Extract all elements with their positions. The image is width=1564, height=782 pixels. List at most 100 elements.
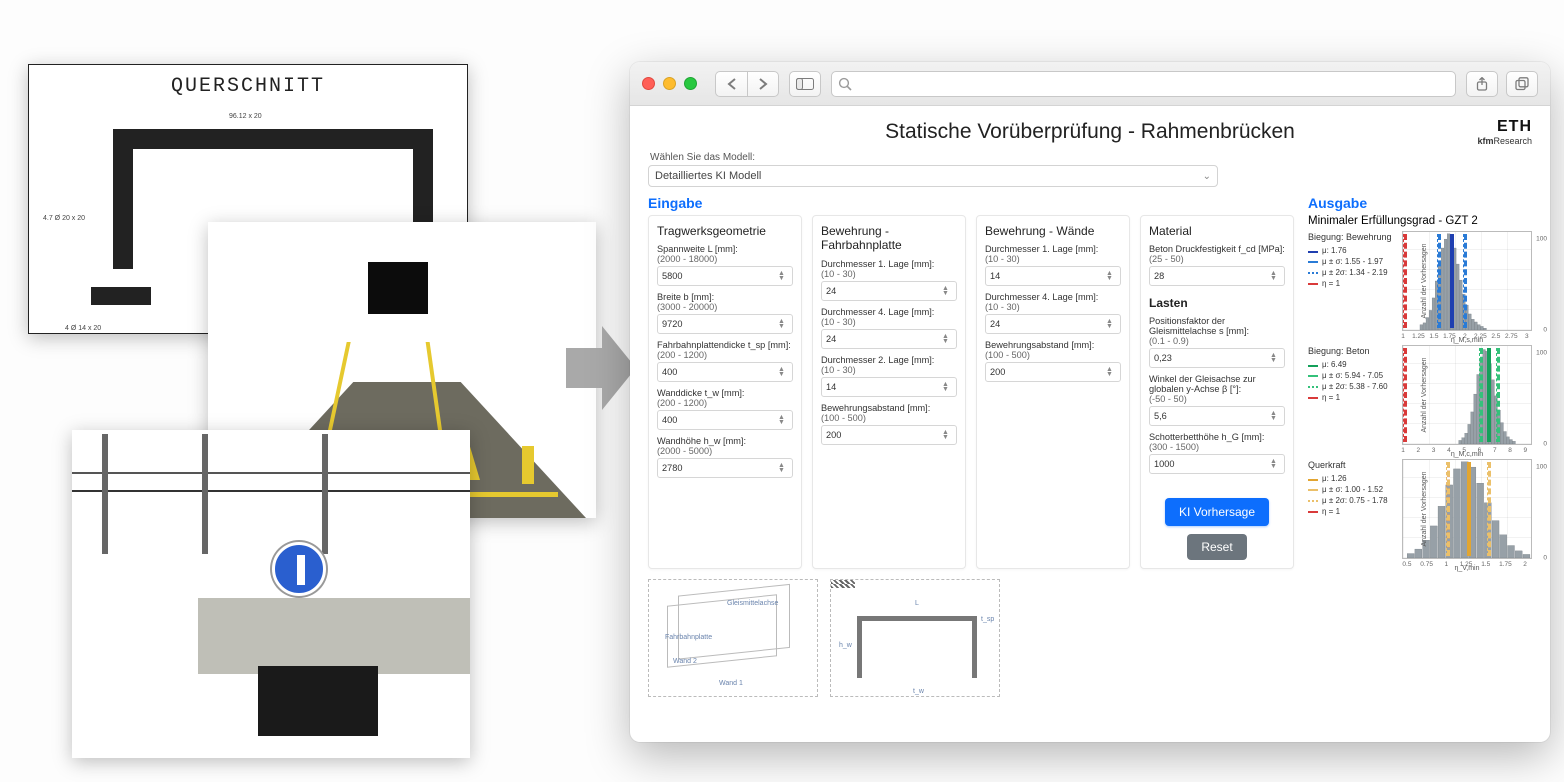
wandhoehe-input[interactable]: 2780 ▲▼ [657,458,793,478]
stepper-icon: ▲▼ [1106,319,1116,329]
diagram-3d: Gleismittelachse Fahrbahnplatte Wand 1 W… [648,579,818,697]
bp-d1-input[interactable]: 24 ▲▼ [821,281,957,301]
stepper-icon: ▲▼ [778,367,788,377]
back-button[interactable] [715,71,747,97]
lasten-heading: Lasten [1149,296,1285,310]
field-bw-d4: Durchmesser 4. Lage [mm]: (10 - 30) 24 ▲… [985,292,1121,334]
source-images-collage: QUERSCHNITT 96.12 x 20 4.7 Ø 14 x 20 4.7… [28,64,588,744]
nav-back-forward [715,71,779,97]
bw-d4-input[interactable]: 24 ▲▼ [985,314,1121,334]
stepper-icon: ▲▼ [942,382,952,392]
search-icon [838,77,852,91]
pedestrian-icon [522,446,534,484]
chart-histogram: 0.50.7511.251.51.7520100Anzahl der Vorhe… [1402,459,1532,559]
underpass-photo-thumb [72,430,470,758]
stepper-icon: ▲▼ [778,271,788,281]
stepper-icon: ▲▼ [1270,459,1280,469]
winkel-input[interactable]: 5,6 ▲▼ [1149,406,1285,426]
window-controls [642,77,697,90]
panel-title-bewehrung-waende: Bewehrung - Wände [985,224,1121,238]
field-wandhoehe: Wandhöhe h_w [mm]: (2000 - 5000) 2780 ▲▼ [657,436,793,478]
panel-geometrie: Tragwerksgeometrie Spannweite L [mm]: (2… [648,215,802,569]
reset-button[interactable]: Reset [1187,534,1246,560]
field-bw-d1: Durchmesser 1. Lage [mm]: (10 - 30) 14 ▲… [985,244,1121,286]
tabs-icon [1515,77,1529,91]
tabs-button[interactable] [1506,71,1538,97]
field-wanddicke: Wanddicke t_w [mm]: (200 - 1200) 400 ▲▼ [657,388,793,430]
close-window-button[interactable] [642,77,655,90]
chart-legend: Biegung: Bewehrungμ: 1.76μ ± σ: 1.55 - 1… [1308,231,1396,331]
field-winkel: Winkel der Gleisachse zur globalen y-Ach… [1149,374,1285,426]
brand-sub-suffix: Research [1493,136,1532,146]
search-field[interactable] [831,71,1456,97]
brand-eth: ETH [1477,118,1532,136]
field-bp-d4: Durchmesser 4. Lage [mm]: (10 - 30) 24 ▲… [821,307,957,349]
pedestrian-sign-icon [272,542,326,596]
stepper-icon: ▲▼ [1106,367,1116,377]
chart-block: Querkraftμ: 1.26μ ± σ: 1.00 - 1.52μ ± 2σ… [1308,459,1532,559]
app-window: Statische Vorüberprüfung - Rahmenbrücken… [630,62,1550,742]
diagram-frame: L h_w t_w t_sp [830,579,1000,697]
field-bp-d2: Durchmesser 2. Lage [mm]: (10 - 30) 14 ▲… [821,355,957,397]
model-select[interactable]: Detailliertes KI Modell ⌄ [648,165,1218,187]
zoom-window-button[interactable] [684,77,697,90]
stepper-icon: ▲▼ [942,334,952,344]
stepper-icon: ▲▼ [1270,271,1280,281]
bw-abstand-input[interactable]: 200 ▲▼ [985,362,1121,382]
panel-title-material: Material [1149,224,1285,238]
stepper-icon: ▲▼ [1270,353,1280,363]
panel-material-lasten: Material Beton Druckfestigkeit f_cd [MPa… [1140,215,1294,569]
posfaktor-input[interactable]: 0,23 ▲▼ [1149,348,1285,368]
field-bw-abstand: Bewehrungsabstand [mm]: (100 - 500) 200 … [985,340,1121,382]
drawing-title: QUERSCHNITT [29,75,467,98]
spannweite-input[interactable]: 5800 ▲▼ [657,266,793,286]
field-posfaktor: Positionsfaktor der Gleismittelachse s [… [1149,316,1285,368]
field-spannweite: Spannweite L [mm]: (2000 - 18000) 5800 ▲… [657,244,793,286]
forward-button[interactable] [747,71,779,97]
chart-block: Biegung: Bewehrungμ: 1.76μ ± σ: 1.55 - 1… [1308,231,1532,331]
stepper-icon: ▲▼ [942,286,952,296]
field-bp-abstand: Bewehrungsabstand [mm]: (100 - 500) 200 … [821,403,957,445]
panel-bewehrung-platte: Bewehrung - Fahrbahnplatte Durchmesser 1… [812,215,966,569]
bp-abstand-input[interactable]: 200 ▲▼ [821,425,957,445]
chart-block: Biegung: Betonμ: 6.49μ ± σ: 5.94 - 7.05μ… [1308,345,1532,445]
hg-input[interactable]: 1000 ▲▼ [1149,454,1285,474]
field-plattendicke: Fahrbahnplattendicke t_sp [mm]: (200 - 1… [657,340,793,382]
chart-histogram: 1234567890100Anzahl der Vorhersagenη_M,c… [1402,345,1532,445]
chart-histogram: 11.251.51.7522.252.52.7530100Anzahl der … [1402,231,1532,331]
eingabe-heading: Eingabe [648,195,1294,211]
fcd-input[interactable]: 28 ▲▼ [1149,266,1285,286]
minimize-window-button[interactable] [663,77,676,90]
brand-sub-prefix: kfm [1477,136,1493,146]
wanddicke-input[interactable]: 400 ▲▼ [657,410,793,430]
field-hg: Schotterbetthöhe h_G [mm]: (300 - 1500) … [1149,432,1285,474]
predict-button[interactable]: KI Vorhersage [1165,498,1269,526]
chart-legend: Biegung: Betonμ: 6.49μ ± σ: 5.94 - 7.05μ… [1308,345,1396,445]
model-select-label: Wählen Sie das Modell: [650,152,1532,163]
stepper-icon: ▲▼ [1270,411,1280,421]
field-breite: Breite b [mm]: (3000 - 20000) 9720 ▲▼ [657,292,793,334]
sidebar-toggle-button[interactable] [789,71,821,97]
panel-bewehrung-waende: Bewehrung - Wände Durchmesser 1. Lage [m… [976,215,1130,569]
stepper-icon: ▲▼ [1106,271,1116,281]
page-title: Statische Vorüberprüfung - Rahmenbrücken [648,120,1532,144]
search-input[interactable] [858,76,1449,91]
stepper-icon: ▲▼ [778,319,788,329]
stepper-icon: ▲▼ [778,415,788,425]
output-title: Minimaler Erfüllungsgrad - GZT 2 [1308,215,1532,227]
arrow-right-icon [566,320,636,416]
plattendicke-input[interactable]: 400 ▲▼ [657,362,793,382]
model-select-value: Detailliertes KI Modell [655,170,761,182]
stepper-icon: ▲▼ [778,463,788,473]
share-button[interactable] [1466,71,1498,97]
bw-d1-input[interactable]: 14 ▲▼ [985,266,1121,286]
titlebar [630,62,1550,106]
field-fcd: Beton Druckfestigkeit f_cd [MPa]: (25 - … [1149,244,1285,286]
breite-input[interactable]: 9720 ▲▼ [657,314,793,334]
share-icon [1475,77,1489,91]
bp-d2-input[interactable]: 14 ▲▼ [821,377,957,397]
stepper-icon: ▲▼ [942,430,952,440]
app-content: Statische Vorüberprüfung - Rahmenbrücken… [630,106,1550,742]
bp-d4-input[interactable]: 24 ▲▼ [821,329,957,349]
ausgabe-heading: Ausgabe [1308,195,1532,211]
